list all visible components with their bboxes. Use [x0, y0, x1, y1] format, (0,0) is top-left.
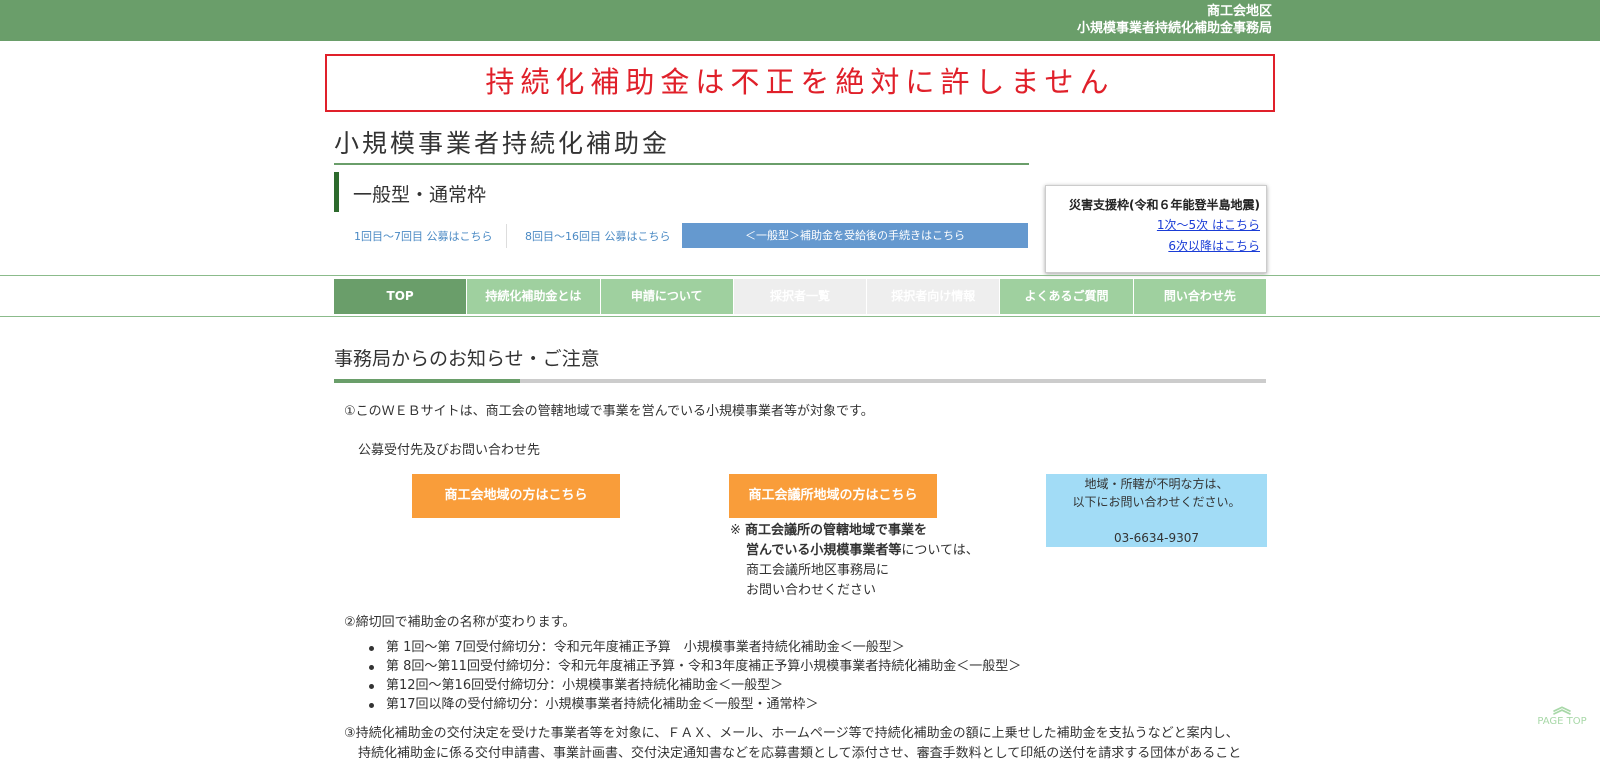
disaster-link-1-5[interactable]: 1次〜5次 はこちら	[1046, 215, 1260, 236]
shokokai-area-button[interactable]: 商工会地域の方はこちら	[412, 474, 620, 518]
note-bold-1: 商工会議所の管轄地域で事業を	[745, 523, 928, 538]
page-top-button[interactable]: ︽ PAGE TOP	[1532, 697, 1592, 728]
nav-application[interactable]: 申請について	[600, 279, 734, 314]
kaigisho-note: ※ 商工会議所の管轄地域で事業を 営んでいる小規模事業者等については、 商工会議…	[730, 521, 979, 601]
notice-2: ②締切回で補助金の名称が変わります。	[344, 615, 576, 630]
disaster-support-box: 災害支援枠(令和６年能登半島地震) 1次〜5次 はこちら 6次以降はこちら	[1045, 185, 1267, 273]
note-bold-2: 営んでいる小規模事業者等	[746, 543, 902, 558]
round8-16-link[interactable]: 8回目〜16回目 公募はこちら	[525, 228, 671, 244]
fraud-warning-banner: 持続化補助金は不正を絶対に許しません	[325, 54, 1275, 112]
section-divider-accent	[334, 379, 520, 383]
disaster-link-6-plus[interactable]: 6次以降はこちら	[1046, 236, 1260, 257]
section-title: 事務局からのお知らせ・ご注意	[334, 348, 600, 370]
nav-adopted-info[interactable]: 採択者向け情報	[867, 279, 1001, 314]
notice-3-line-2: 持続化補助金に係る交付申請書、事業計画書、交付決定通知書などを応募書類として添付…	[358, 746, 1242, 759]
note-rest: については、	[901, 543, 979, 558]
page-subtitle: 一般型・通常枠	[353, 184, 487, 206]
list-item: 第 8回〜第11回受付締切分：令和元年度補正予算・令和3年度補正予算小規模事業者…	[368, 659, 1022, 674]
site-title[interactable]: 小規模事業者持続化補助金	[334, 124, 670, 160]
round-name-list: 第 1回〜第 7回受付締切分：令和元年度補正予算 小規模事業者持続化補助金＜一般…	[368, 638, 1022, 714]
subtitle-accent-bar	[334, 172, 339, 212]
round1-7-link[interactable]: 1回目〜7回目 公募はこちら	[354, 228, 493, 244]
page-top-label: PAGE TOP	[1537, 716, 1587, 727]
list-item: 第 1回〜第 7回受付締切分：令和元年度補正予算 小規模事業者持続化補助金＜一般…	[368, 638, 1021, 657]
notice-1: ①このＷＥＢサイトは、商工会の管轄地域で事業を営んでいる小規模事業者等が対象です…	[344, 404, 874, 419]
list-item: 第17回以降の受付締切分：小規模事業者持続化補助金＜一般型・通常枠＞	[368, 695, 1021, 714]
contact-heading: 公募受付先及びお問い合わせ先	[358, 443, 541, 458]
nav-about[interactable]: 持続化補助金とは	[467, 279, 601, 314]
nav-faq[interactable]: よくあるご質問	[1000, 279, 1134, 314]
main-nav: TOP 持続化補助金とは 申請について 採択者一覧 採択者向け情報 よくあるご質…	[334, 279, 1266, 314]
note-line-3: 商工会議所地区事務局に	[746, 563, 890, 578]
note-mark: ※	[730, 523, 741, 538]
link-separator	[506, 224, 507, 248]
header-office-name: 商工会地区 小規模事業者持続化補助金事務局	[1077, 3, 1272, 37]
unknown-box-line-2: 以下にお問い合わせください。	[1072, 495, 1241, 509]
nav-top[interactable]: TOP	[334, 279, 468, 314]
notice-3-line-1: ③持続化補助金の交付決定を受けた事業者等を対象に、ＦＡＸ、メール、ホームページ等…	[344, 726, 1239, 741]
header-line-2: 小規模事業者持続化補助金事務局	[1076, 21, 1272, 36]
title-divider	[334, 163, 1029, 165]
nav-adopted-list[interactable]: 採択者一覧	[733, 279, 868, 314]
unknown-box-line-1: 地域・所轄が不明な方は、	[1084, 477, 1229, 491]
unknown-area-contact-box: 地域・所轄が不明な方は、 以下にお問い合わせください。 03-6634-9307	[1046, 474, 1267, 547]
list-item: 第12回〜第16回受付締切分：小規模事業者持続化補助金＜一般型＞	[368, 676, 1021, 695]
kaigisho-area-button[interactable]: 商工会議所地域の方はこちら	[729, 474, 937, 518]
nav-top-border	[0, 275, 1600, 276]
contact-phone-number: 03-6634-9307	[1113, 531, 1199, 545]
note-line-4: お問い合わせください	[746, 583, 877, 598]
double-chevron-up-icon: ︽	[1553, 697, 1571, 718]
header-line-1: 商工会地区	[1206, 4, 1272, 19]
post-award-procedure-button[interactable]: ＜一般型＞補助金を受給後の手続きはこちら	[682, 223, 1028, 248]
nav-contact[interactable]: 問い合わせ先	[1133, 279, 1266, 314]
header-bar: 商工会地区 小規模事業者持続化補助金事務局	[0, 0, 1600, 41]
nav-bottom-border	[0, 316, 1600, 317]
disaster-support-title: 災害支援枠(令和６年能登半島地震)	[1069, 198, 1260, 212]
